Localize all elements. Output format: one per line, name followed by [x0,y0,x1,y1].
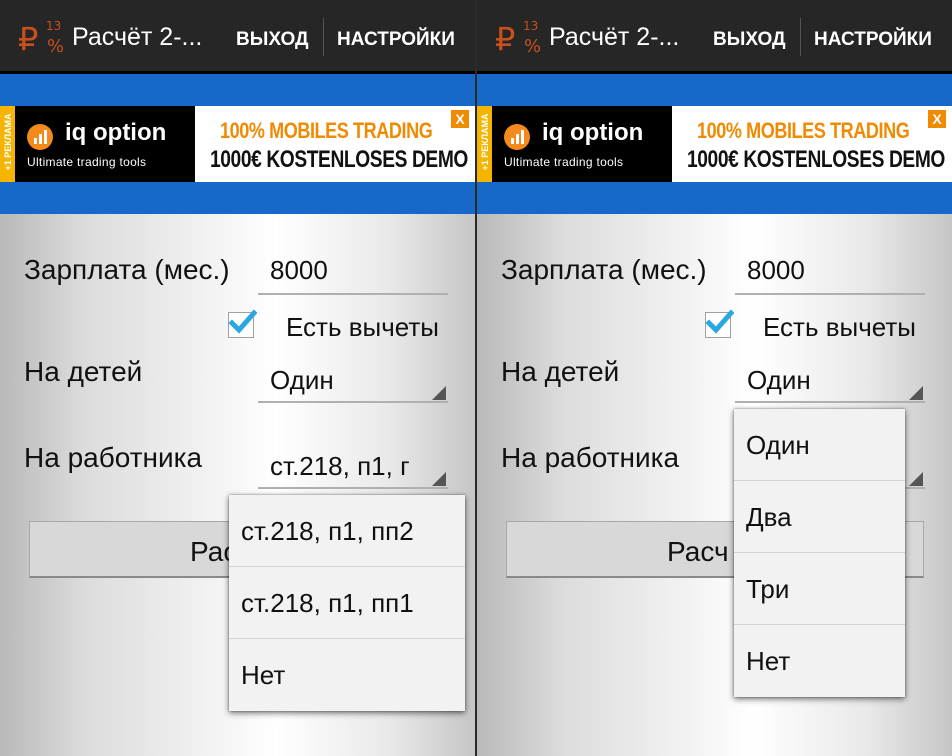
ad-brand-block: iq option Ultimate trading tools [492,106,672,182]
exit-button[interactable]: ВЫХОД [236,29,309,51]
option-label: Нет [241,660,286,690]
salary-input-underline [735,293,925,295]
deductions-label: Есть вычеты [763,312,916,342]
dropdown-option[interactable]: Нет [734,625,905,697]
app-title: Расчёт 2-... [72,23,203,51]
action-bar: ₽ 13 % Расчёт 2-... ВЫХОД НАСТРОЙКИ [477,0,952,74]
svg-text:%: % [47,36,64,57]
screen-left: ₽ 13 % Расчёт 2-... ВЫХОД НАСТРОЙКИ +1 Р… [0,0,475,756]
checkmark-icon [705,309,734,334]
iq-option-logo-icon [504,124,530,150]
children-spinner[interactable]: Один [270,365,334,396]
salary-input[interactable]: 8000 [270,255,328,286]
ad-tag: +1 РЕКЛАМА [0,106,15,182]
ad-brand-subtitle: Ultimate trading tools [27,155,147,169]
children-spinner-underline [735,401,925,403]
svg-text:13: 13 [523,19,538,33]
ad-brand-subtitle: Ultimate trading tools [504,155,624,169]
ad-brand: iq option [542,119,644,146]
employee-label: На работника [24,442,203,473]
employee-label: На работника [501,442,680,473]
svg-text:₽: ₽ [495,20,515,58]
action-separator [323,18,324,56]
app-title: Расчёт 2-... [549,23,680,51]
svg-text:%: % [524,36,541,57]
deductions-label: Есть вычеты [286,312,439,342]
option-label: Один [746,430,810,460]
ad-headline: 100% MOBILES TRADING [697,118,910,143]
screen-right: ₽ 13 % Расчёт 2-... ВЫХОД НАСТРОЙКИ +1 Р… [477,0,952,756]
option-label: ст.218, п1, пп1 [241,588,414,618]
option-label: Три [746,574,790,604]
ruble-percent-logo-icon: ₽ 13 % [18,19,64,58]
salary-input[interactable]: 8000 [747,255,805,286]
ad-close-button[interactable]: X [928,110,946,128]
ad-headline: 100% MOBILES TRADING [220,118,433,143]
deductions-checkbox[interactable] [228,309,257,338]
dropdown-option[interactable]: Нет [229,639,465,711]
children-label: На детей [24,356,143,387]
spinner-arrow-icon [909,472,923,486]
ad-tag-label: +1 РЕКЛАМА [480,113,490,171]
children-spinner[interactable]: Один [747,365,811,396]
spinner-arrow-icon [432,472,446,486]
salary-label: Зарплата (мес.) [24,254,230,285]
salary-label: Зарплата (мес.) [501,254,707,285]
spinner-arrow-icon [432,386,446,400]
children-spinner-underline [258,401,448,403]
ad-banner[interactable]: +1 РЕКЛАМА iq option Ultimate trading to… [0,106,475,182]
dropdown-option[interactable]: Один [734,409,905,481]
ad-close-button[interactable]: X [451,110,469,128]
ad-brand: iq option [65,119,167,146]
option-label: Нет [746,646,791,676]
exit-button[interactable]: ВЫХОД [713,29,786,51]
ad-brand-block: iq option Ultimate trading tools [15,106,195,182]
ruble-percent-logo-icon: ₽ 13 % [495,19,541,58]
action-bar: ₽ 13 % Расчёт 2-... ВЫХОД НАСТРОЙКИ [0,0,475,74]
children-dropdown: Один Два Три Нет [734,409,905,697]
employee-spinner-underline [258,487,448,489]
employee-dropdown: ст.218, п1, пп2 ст.218, п1, пп1 Нет [229,495,465,711]
iq-option-logo-icon [27,124,53,150]
option-label: ст.218, п1, пп2 [241,516,414,546]
ad-band: +1 РЕКЛАМА iq option Ultimate trading to… [0,74,475,214]
action-separator [800,18,801,56]
children-label: На детей [501,356,620,387]
checkmark-icon [228,309,257,334]
ad-tag-label: +1 РЕКЛАМА [3,113,13,171]
ad-tag: +1 РЕКЛАМА [477,106,492,182]
dropdown-option[interactable]: Три [734,553,905,625]
option-label: Два [746,502,792,532]
calculate-button-label: Расч [667,536,729,567]
svg-text:₽: ₽ [18,20,38,58]
employee-spinner[interactable]: ст.218, п1, г [270,451,418,482]
svg-text:13: 13 [46,19,61,33]
dropdown-option[interactable]: ст.218, п1, пп1 [229,567,465,639]
dropdown-option[interactable]: ст.218, п1, пп2 [229,495,465,567]
settings-button[interactable]: НАСТРОЙКИ [337,29,455,51]
dropdown-option[interactable]: Два [734,481,905,553]
settings-button[interactable]: НАСТРОЙКИ [814,29,932,51]
salary-input-underline [258,293,448,295]
spinner-arrow-icon [909,386,923,400]
ad-banner[interactable]: +1 РЕКЛАМА iq option Ultimate trading to… [477,106,952,182]
ad-subheadline: 1000€ KOSTENLOSES DEMO [210,146,468,173]
ad-band: +1 РЕКЛАМА iq option Ultimate trading to… [477,74,952,214]
ad-subheadline: 1000€ KOSTENLOSES DEMO [687,146,945,173]
deductions-checkbox[interactable] [705,309,734,338]
